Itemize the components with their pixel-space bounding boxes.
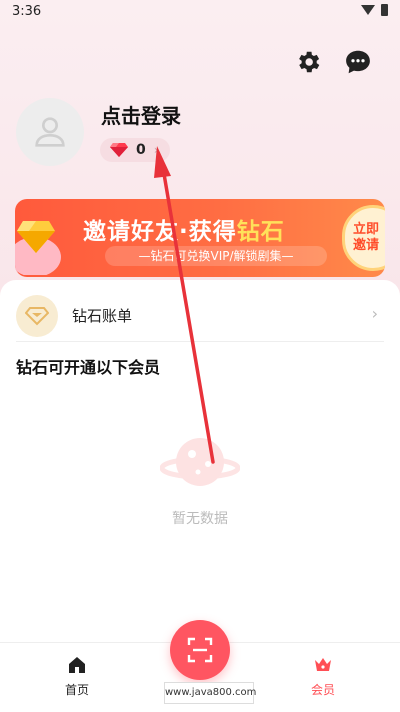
diamond-bill-icon	[16, 294, 58, 337]
crown-icon	[315, 658, 331, 671]
settings-button[interactable]	[292, 46, 324, 78]
watermark: www.java800.com	[164, 682, 256, 704]
invite-now-button[interactable]: 立即 邀请	[342, 205, 385, 271]
nav-home[interactable]: 首页	[47, 655, 107, 698]
banner-title-text: 邀请好友·获得	[83, 219, 237, 245]
status-bar: 3:36	[0, 0, 400, 24]
banner-title: 邀请好友·获得钻石	[83, 212, 285, 246]
scan-icon	[187, 637, 213, 663]
nav-vip[interactable]: 会员	[293, 655, 353, 698]
home-icon	[69, 657, 85, 673]
nav-home-label: 首页	[64, 683, 89, 697]
diamond-bill-row[interactable]: 钻石账单 ›	[16, 290, 384, 342]
planet-icon	[160, 438, 240, 486]
section-title: 钻石可开通以下会员	[16, 358, 161, 377]
diamond-count: 0	[136, 142, 146, 158]
banner-subtitle: —钻石可兑换VIP/解锁剧集—	[105, 246, 327, 266]
chevron-right-icon: ›	[371, 304, 378, 323]
diamond-card: 钻石账单 › 钻石可开通以下会员 暂无数据	[0, 280, 400, 642]
invite-banner[interactable]: 邀请好友·获得钻石 —钻石可兑换VIP/解锁剧集— 立即 邀请	[15, 199, 385, 277]
invite-cta-line1: 立即	[352, 222, 379, 237]
message-button[interactable]	[342, 46, 374, 78]
gear-icon	[299, 51, 320, 73]
gift-icon	[15, 221, 61, 275]
wifi-icon	[361, 5, 375, 15]
nav-vip-label: 会员	[310, 683, 335, 697]
diamond-balance[interactable]: 0 ›	[100, 138, 170, 162]
banner-title-highlight: 钻石	[236, 219, 285, 245]
empty-state-text: 暂无数据	[172, 511, 228, 527]
login-link[interactable]: 点击登录	[101, 100, 181, 129]
diamond-bill-label: 钻石账单	[72, 307, 133, 325]
status-time: 3:36	[12, 4, 42, 19]
scan-button[interactable]	[170, 620, 230, 680]
chevron-right-icon: ›	[153, 143, 159, 157]
diamond-icon	[110, 143, 128, 157]
avatar[interactable]	[16, 98, 84, 166]
chat-bubble-icon	[346, 50, 370, 74]
status-icons	[361, 4, 388, 16]
invite-cta-line2: 邀请	[352, 238, 379, 253]
user-icon	[35, 117, 65, 147]
battery-icon	[381, 4, 388, 16]
